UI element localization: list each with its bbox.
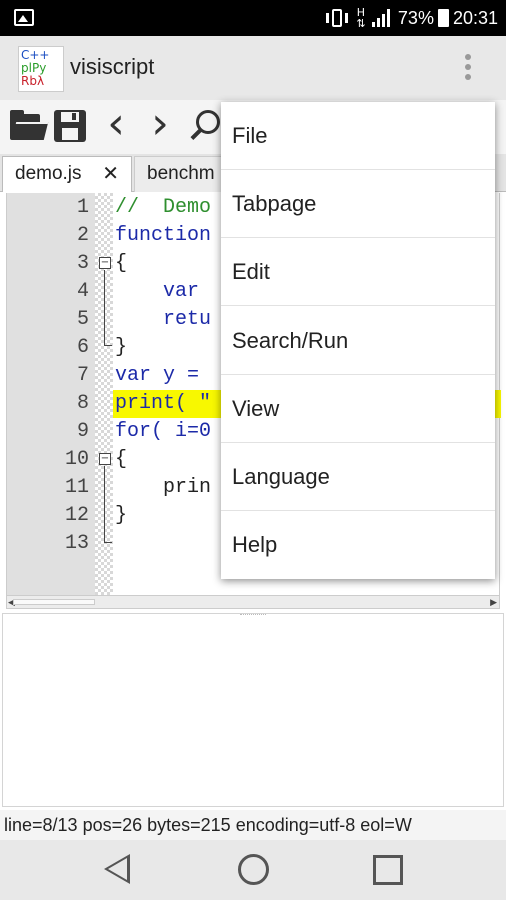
logo-line: Rbλ <box>21 74 45 88</box>
close-icon[interactable]: ✕ <box>102 157 119 191</box>
line-number: 4 <box>76 280 89 303</box>
signal-icon <box>371 9 394 27</box>
menu-item-file[interactable]: File <box>221 102 495 170</box>
line-number: 5 <box>76 308 89 331</box>
line-number: 13 <box>64 532 89 555</box>
line-number: 8 <box>76 392 89 415</box>
battery-icon <box>437 9 449 27</box>
line-code: // Demo <box>115 196 212 219</box>
line-number: 2 <box>76 224 89 247</box>
horizontal-scrollbar[interactable]: ◀ ▶ <box>6 595 500 609</box>
line-number: 11 <box>64 476 89 499</box>
fold-guide <box>104 466 105 542</box>
menu-item-tabpage[interactable]: Tabpage <box>221 170 495 238</box>
pane-splitter-handle[interactable] <box>240 614 266 618</box>
status-bar-right: H ⇅ 73% 20:31 <box>324 0 498 36</box>
app-logo: C++ plPy Rbλ <box>18 46 64 92</box>
home-circle-icon[interactable] <box>238 854 269 885</box>
fold-toggle-icon[interactable]: − <box>99 257 111 269</box>
line-code: retu <box>115 308 212 331</box>
line-code: { <box>115 252 128 275</box>
overflow-menu-icon[interactable] <box>458 50 478 86</box>
tab-label: benchm <box>147 163 215 184</box>
line-code: prin <box>115 476 212 499</box>
line-number: 10 <box>64 448 89 471</box>
line-number: 1 <box>76 196 89 219</box>
back-icon[interactable]: ‹ <box>98 102 134 148</box>
clock: 20:31 <box>452 7 498 28</box>
fold-toggle-icon[interactable]: − <box>99 453 111 465</box>
battery-percent: 73% <box>397 7 434 28</box>
menu-item-edit[interactable]: Edit <box>221 238 495 306</box>
tab-demo-js[interactable]: demo.js ✕ <box>2 156 132 192</box>
tab-label: demo.js <box>15 163 82 184</box>
menu-item-help[interactable]: Help <box>221 511 495 579</box>
picture-notification-icon <box>14 9 34 26</box>
fold-end-marker <box>104 542 112 543</box>
scroll-thumb[interactable] <box>13 599 95 605</box>
overflow-popup-menu: File Tabpage Edit Search/Run View Langua… <box>221 102 495 579</box>
menu-item-view[interactable]: View <box>221 375 495 443</box>
line-number: 3 <box>76 252 89 275</box>
line-code: } <box>115 504 128 527</box>
recents-square-icon[interactable] <box>373 855 403 885</box>
status-bar: H ⇅ 73% 20:31 <box>0 0 506 36</box>
scroll-right-icon[interactable]: ▶ <box>490 597 497 608</box>
line-code: for( i=0 <box>115 420 212 443</box>
fold-guide <box>104 270 105 345</box>
app-title: visiscript <box>70 54 155 79</box>
system-navigation-bar <box>0 840 506 900</box>
network-type-icon: H ⇅ <box>356 6 366 30</box>
fold-end-marker <box>104 345 112 346</box>
line-code: print( " <box>115 392 212 415</box>
output-pane[interactable] <box>2 613 504 807</box>
line-number: 6 <box>76 336 89 359</box>
forward-icon[interactable]: › <box>142 102 178 148</box>
line-number: 7 <box>76 364 89 387</box>
line-number: 9 <box>76 420 89 443</box>
line-code: var y = <box>115 364 200 387</box>
save-icon[interactable] <box>52 106 92 146</box>
line-code: } <box>115 336 128 359</box>
back-triangle-icon[interactable] <box>104 854 130 884</box>
line-code: function <box>115 224 212 247</box>
line-code: var <box>115 280 200 303</box>
folder-icon[interactable] <box>8 106 49 146</box>
menu-item-language[interactable]: Language <box>221 443 495 511</box>
search-icon[interactable] <box>186 106 226 146</box>
vibrate-icon <box>324 9 350 27</box>
editor-status-line: line=8/13 pos=26 bytes=215 encoding=utf-… <box>0 810 506 840</box>
menu-item-search-run[interactable]: Search/Run <box>221 307 495 375</box>
line-code: { <box>115 448 128 471</box>
line-number: 12 <box>64 504 89 527</box>
